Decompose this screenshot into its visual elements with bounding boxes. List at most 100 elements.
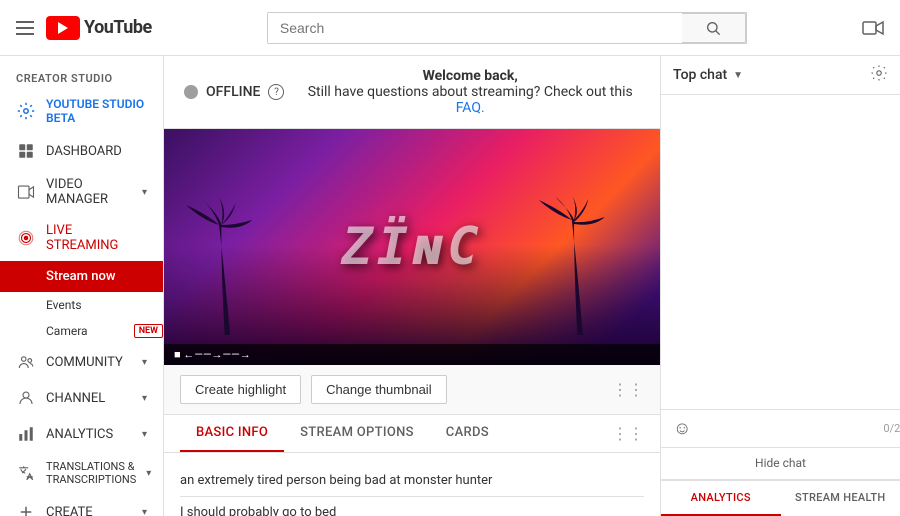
hamburger-icon[interactable] (16, 21, 34, 35)
sidebar-item-label: ANALYTICS (46, 427, 113, 442)
new-badge: NEW (134, 324, 163, 338)
offline-dot (184, 85, 198, 99)
video-overlay-text: ZΪɴC (341, 217, 482, 277)
search-input[interactable] (268, 13, 682, 43)
chat-dropdown-icon[interactable]: ▼ (733, 70, 743, 81)
change-thumbnail-button[interactable]: Change thumbnail (311, 375, 447, 404)
hide-chat-bar: Hide chat (661, 447, 900, 480)
sidebar-item-label: COMMUNITY (46, 355, 123, 370)
chevron-down-icon: ▾ (142, 393, 147, 404)
create-highlight-button[interactable]: Create highlight (180, 375, 301, 404)
sidebar-item-label: Events (46, 298, 82, 312)
sidebar-item-events[interactable]: Events (0, 292, 163, 318)
welcome-text: Welcome back, Still have questions about… (300, 68, 640, 116)
chevron-down-icon: ▾ (146, 468, 151, 479)
video-left: ZΪɴC ■ ←——→——→ Create highlight Change t… (164, 129, 660, 516)
gear-button[interactable] (870, 64, 888, 86)
community-icon (16, 352, 36, 372)
sidebar-item-video-manager[interactable]: VIDEO MANAGER ▾ (0, 169, 163, 215)
navbar-center (152, 12, 862, 44)
tabs-drag-handle: ⋮⋮ (612, 424, 644, 443)
video-section: ZΪɴC ■ ←——→——→ Create highlight Change t… (164, 129, 660, 516)
tab-cards[interactable]: CARDS (430, 415, 505, 452)
channel-icon (16, 388, 36, 408)
hide-chat-button[interactable]: Hide chat (755, 456, 806, 470)
create-icon (16, 502, 36, 516)
offline-status: OFFLINE (206, 84, 260, 100)
offline-indicator: OFFLINE ? (184, 84, 284, 100)
chevron-down-icon: ▾ (142, 429, 147, 440)
video-controls-bar: ■ ←——→——→ (164, 344, 660, 365)
sidebar-item-label: VIDEO MANAGER (46, 177, 132, 207)
sidebar-item-label: TRANSLATIONS & TRANSCRIPTIONS (46, 460, 136, 486)
sidebar: CREATOR STUDIO YOUTUBE STUDIO BETA (0, 56, 164, 516)
content-area: OFFLINE ? Welcome back, Still have quest… (164, 56, 660, 516)
analytics-tabs: ANALYTICS STREAM HEALTH (661, 480, 900, 516)
sidebar-item-label: Camera (46, 324, 88, 338)
navbar-right (862, 20, 884, 36)
sidebar-item-camera[interactable]: Camera NEW (0, 318, 163, 344)
welcome-title: Welcome back, (423, 68, 518, 84)
chat-body (661, 95, 900, 409)
main-layout: CREATOR STUDIO YOUTUBE STUDIO BETA (0, 56, 900, 516)
search-icon (705, 20, 721, 36)
sidebar-studio-label: CREATOR STUDIO (0, 64, 163, 89)
camera-icon (862, 20, 884, 36)
live-icon (16, 228, 36, 248)
description-line-1[interactable]: an extremely tired person being bad at m… (180, 465, 644, 497)
faq-link[interactable]: FAQ. (456, 100, 485, 116)
drag-handle: ⋮⋮ (612, 380, 644, 399)
search-button[interactable] (682, 13, 746, 43)
sidebar-item-label: CHANNEL (46, 391, 105, 406)
chevron-down-icon: ▾ (142, 357, 147, 368)
tab-stream-health[interactable]: STREAM HEALTH (781, 481, 900, 516)
tab-analytics[interactable]: ANALYTICS (661, 481, 781, 516)
sidebar-item-channel[interactable]: CHANNEL ▾ (0, 380, 163, 416)
video-actions: Create highlight Change thumbnail ⋮⋮ (164, 365, 660, 415)
navbar: YouTube (0, 0, 900, 56)
video-time: ■ ←——→——→ (174, 348, 251, 361)
chat-title: Top chat (673, 67, 727, 83)
welcome-sub: Still have questions about streaming? Ch… (308, 84, 633, 100)
youtube-logo[interactable]: YouTube (46, 16, 152, 40)
tab-stream-options[interactable]: STREAM OPTIONS (284, 415, 430, 452)
sidebar-item-create[interactable]: CREATE ▾ (0, 494, 163, 516)
youtube-logo-text: YouTube (84, 17, 152, 38)
sidebar-item-label: LIVE STREAMING (46, 223, 147, 253)
offline-bar: OFFLINE ? Welcome back, Still have quest… (164, 56, 660, 129)
chat-input-area: ☺ 0/200 (661, 409, 900, 447)
dashboard-icon (16, 141, 36, 161)
youtube-logo-icon (46, 16, 80, 40)
chat-input[interactable] (699, 421, 875, 436)
description-line-2[interactable]: I should probably go to bed (180, 497, 644, 516)
tabs-bar: BASIC INFO STREAM OPTIONS CARDS ⋮⋮ (164, 415, 660, 453)
sidebar-item-live-streaming[interactable]: LIVE STREAMING (0, 215, 163, 261)
sidebar-item-youtube-studio-beta[interactable]: YOUTUBE STUDIO BETA (0, 89, 163, 133)
description-fields: an extremely tired person being bad at m… (164, 453, 660, 516)
sidebar-item-dashboard[interactable]: DASHBOARD (0, 133, 163, 169)
navbar-left: YouTube (16, 16, 152, 40)
search-bar (267, 12, 747, 44)
question-icon[interactable]: ? (268, 84, 284, 100)
sidebar-item-label: DASHBOARD (46, 144, 122, 159)
sidebar-item-translations[interactable]: TRANSLATIONS & TRANSCRIPTIONS ▾ (0, 452, 163, 494)
translate-icon (16, 463, 36, 483)
chat-header: Top chat ▼ (661, 56, 900, 95)
sidebar-item-label: Stream now (46, 269, 115, 284)
emoji-button[interactable]: ☺ (673, 418, 691, 439)
video-icon (16, 182, 36, 202)
gear-icon (16, 101, 36, 121)
analytics-icon (16, 424, 36, 444)
sidebar-item-label: YOUTUBE STUDIO BETA (46, 97, 147, 125)
sidebar-item-analytics[interactable]: ANALYTICS ▾ (0, 416, 163, 452)
sidebar-item-label: CREATE (46, 505, 93, 516)
tab-basic-info[interactable]: BASIC INFO (180, 415, 284, 452)
chat-char-count: 0/200 (883, 422, 900, 435)
chat-panel: Top chat ▼ ☺ 0/200 Hide chat ANALYTICS S… (660, 56, 900, 516)
video-player: ZΪɴC ■ ←——→——→ (164, 129, 660, 365)
camera-icon-btn[interactable] (862, 20, 884, 36)
sidebar-item-community[interactable]: COMMUNITY ▾ (0, 344, 163, 380)
sidebar-item-stream-now[interactable]: Stream now (0, 261, 163, 292)
chevron-down-icon: ▾ (142, 507, 147, 516)
chevron-down-icon: ▾ (142, 187, 147, 198)
